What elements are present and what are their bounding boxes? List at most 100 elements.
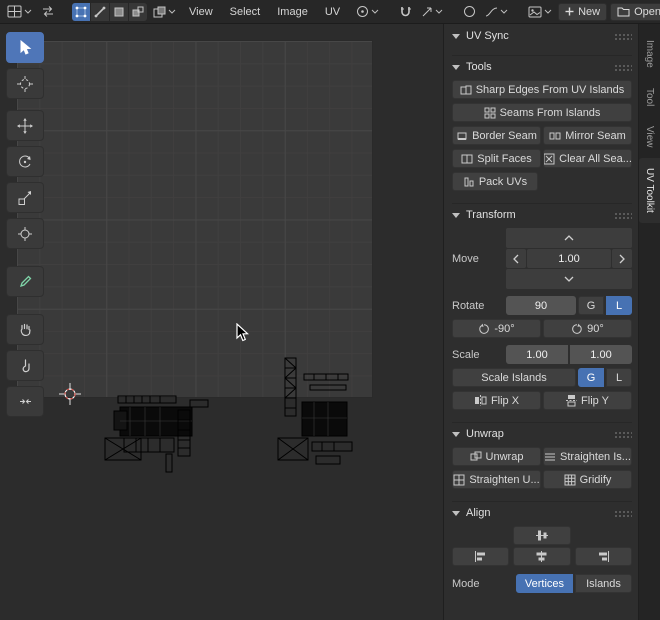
sharp-edges-label: Sharp Edges From UV Islands [475, 83, 625, 96]
tweak-arrow-icon [18, 39, 32, 56]
caret-down-icon [452, 212, 460, 218]
align-center-icon [535, 550, 548, 563]
menu-view[interactable]: View [182, 3, 220, 21]
move-arrows-icon [17, 117, 33, 134]
mirror-seam-button[interactable]: Mirror Seam [543, 126, 632, 145]
uv-editor-canvas[interactable] [0, 24, 443, 620]
panel-grip-icon[interactable] [614, 211, 632, 219]
uv-islands[interactable] [90, 350, 370, 480]
split-faces-icon [461, 153, 473, 165]
straighten-islands-button[interactable]: Straighten Is... [543, 447, 632, 466]
grab-brush-button[interactable] [6, 314, 44, 345]
tab-image[interactable]: Image [639, 30, 660, 78]
proportional-editing-toggle[interactable] [460, 3, 479, 21]
menu-image[interactable]: Image [270, 3, 315, 21]
uv-sync-selection-toggle[interactable] [38, 3, 58, 21]
chevron-down-icon [544, 9, 552, 14]
tweak-tool-button[interactable] [6, 32, 44, 63]
move-down-button[interactable] [506, 269, 632, 289]
rotate-global-button[interactable]: G [578, 296, 604, 315]
clear-all-seams-label: Clear All Sea... [559, 152, 632, 165]
scale-islands-button[interactable]: Scale Islands [452, 368, 576, 387]
annotate-tool-button[interactable] [6, 266, 44, 297]
image-browse-dropdown[interactable] [525, 3, 555, 21]
panel-grip-icon[interactable] [614, 430, 632, 438]
rotate-tool-button[interactable] [6, 146, 44, 177]
rotate-local-button[interactable]: L [606, 296, 632, 315]
scale-tool-button[interactable] [6, 182, 44, 213]
sync-arrows-icon [41, 5, 55, 18]
proportional-falloff-dropdown[interactable] [482, 3, 511, 21]
tools-section-header[interactable]: Tools [452, 55, 632, 75]
scale-global-button[interactable]: G [578, 368, 604, 387]
scale-x-field[interactable]: 1.00 [506, 345, 568, 364]
select-mode-island-button[interactable] [129, 2, 147, 21]
relax-finger-icon [18, 358, 33, 373]
pinch-arrows-icon [18, 394, 33, 409]
editor-type-dropdown[interactable] [4, 3, 35, 21]
rotate-ccw-label: -90° [494, 322, 515, 335]
caret-down-icon [452, 33, 460, 39]
seams-from-islands-button[interactable]: Seams From Islands [452, 103, 632, 122]
align-left-button[interactable] [452, 547, 510, 566]
mode-islands-button[interactable]: Islands [575, 574, 632, 593]
panel-grip-icon[interactable] [614, 32, 632, 40]
transform-section-header[interactable]: Transform [452, 203, 632, 223]
open-image-button[interactable]: Open [610, 2, 660, 21]
select-mode-face-button[interactable] [110, 2, 128, 21]
align-right-button[interactable] [574, 547, 632, 566]
split-faces-button[interactable]: Split Faces [452, 149, 541, 168]
chevron-down-icon [500, 9, 508, 14]
move-right-button[interactable] [612, 249, 632, 268]
pivot-point-dropdown[interactable] [353, 3, 382, 21]
move-up-button[interactable] [506, 228, 632, 248]
tab-view[interactable]: View [639, 116, 660, 158]
clear-all-seams-button[interactable]: Clear All Sea... [543, 149, 632, 168]
border-seam-button[interactable]: Border Seam [452, 126, 541, 145]
transform-tool-button[interactable] [6, 218, 44, 249]
sharp-edges-button[interactable]: Sharp Edges From UV Islands [452, 80, 632, 99]
move-tool-button[interactable] [6, 110, 44, 141]
rotate-cw-button[interactable]: 90° [543, 319, 632, 338]
menu-uv[interactable]: UV [318, 3, 347, 21]
pack-uvs-button[interactable]: Pack UVs [452, 172, 538, 191]
relax-brush-button[interactable] [6, 350, 44, 381]
sticky-select-dropdown[interactable] [150, 3, 179, 21]
uv-grid[interactable] [16, 40, 373, 398]
unwrap-section-header[interactable]: Unwrap [452, 422, 632, 442]
rotate-ccw-button[interactable]: -90° [452, 319, 541, 338]
mode-vertices-button[interactable]: Vertices [516, 574, 573, 593]
select-mode-edge-button[interactable] [91, 2, 109, 21]
straighten-islands-label: Straighten Is... [560, 450, 631, 463]
tools-header-label: Tools [466, 61, 492, 73]
uv-sync-header-label: UV Sync [466, 30, 509, 42]
flip-y-button[interactable]: Flip Y [543, 391, 632, 410]
pinch-brush-button[interactable] [6, 386, 44, 417]
tab-uv-toolkit[interactable]: UV Toolkit [639, 157, 660, 223]
panel-grip-icon[interactable] [614, 509, 632, 517]
cursor-tool-button[interactable] [6, 68, 44, 99]
move-distance-field[interactable]: 1.00 [527, 249, 611, 268]
annotate-pencil-icon [18, 274, 33, 289]
scale-local-button[interactable]: L [606, 368, 632, 387]
snap-settings-dropdown[interactable] [418, 3, 446, 21]
select-mode-vertex-button[interactable] [72, 2, 90, 21]
straighten-uvs-button[interactable]: Straighten U... [452, 470, 541, 489]
align-middle-button[interactable] [513, 526, 571, 545]
unwrap-label: Unwrap [485, 450, 524, 463]
scale-y-field[interactable]: 1.00 [570, 345, 632, 364]
panel-grip-icon[interactable] [614, 63, 632, 71]
snap-toggle[interactable] [396, 3, 415, 21]
gridify-button[interactable]: Gridify [543, 470, 632, 489]
align-section-header[interactable]: Align [452, 501, 632, 521]
move-left-button[interactable] [506, 249, 526, 268]
chevron-down-icon [168, 9, 176, 14]
flip-x-button[interactable]: Flip X [452, 391, 541, 410]
tab-tool[interactable]: Tool [639, 78, 660, 116]
uv-sync-section-header[interactable]: UV Sync [452, 26, 632, 46]
menu-select[interactable]: Select [223, 3, 268, 21]
unwrap-button[interactable]: Unwrap [452, 447, 541, 466]
new-image-button[interactable]: New [558, 2, 608, 21]
rotate-angle-field[interactable]: 90 [506, 296, 576, 315]
align-center-button[interactable] [513, 547, 571, 566]
